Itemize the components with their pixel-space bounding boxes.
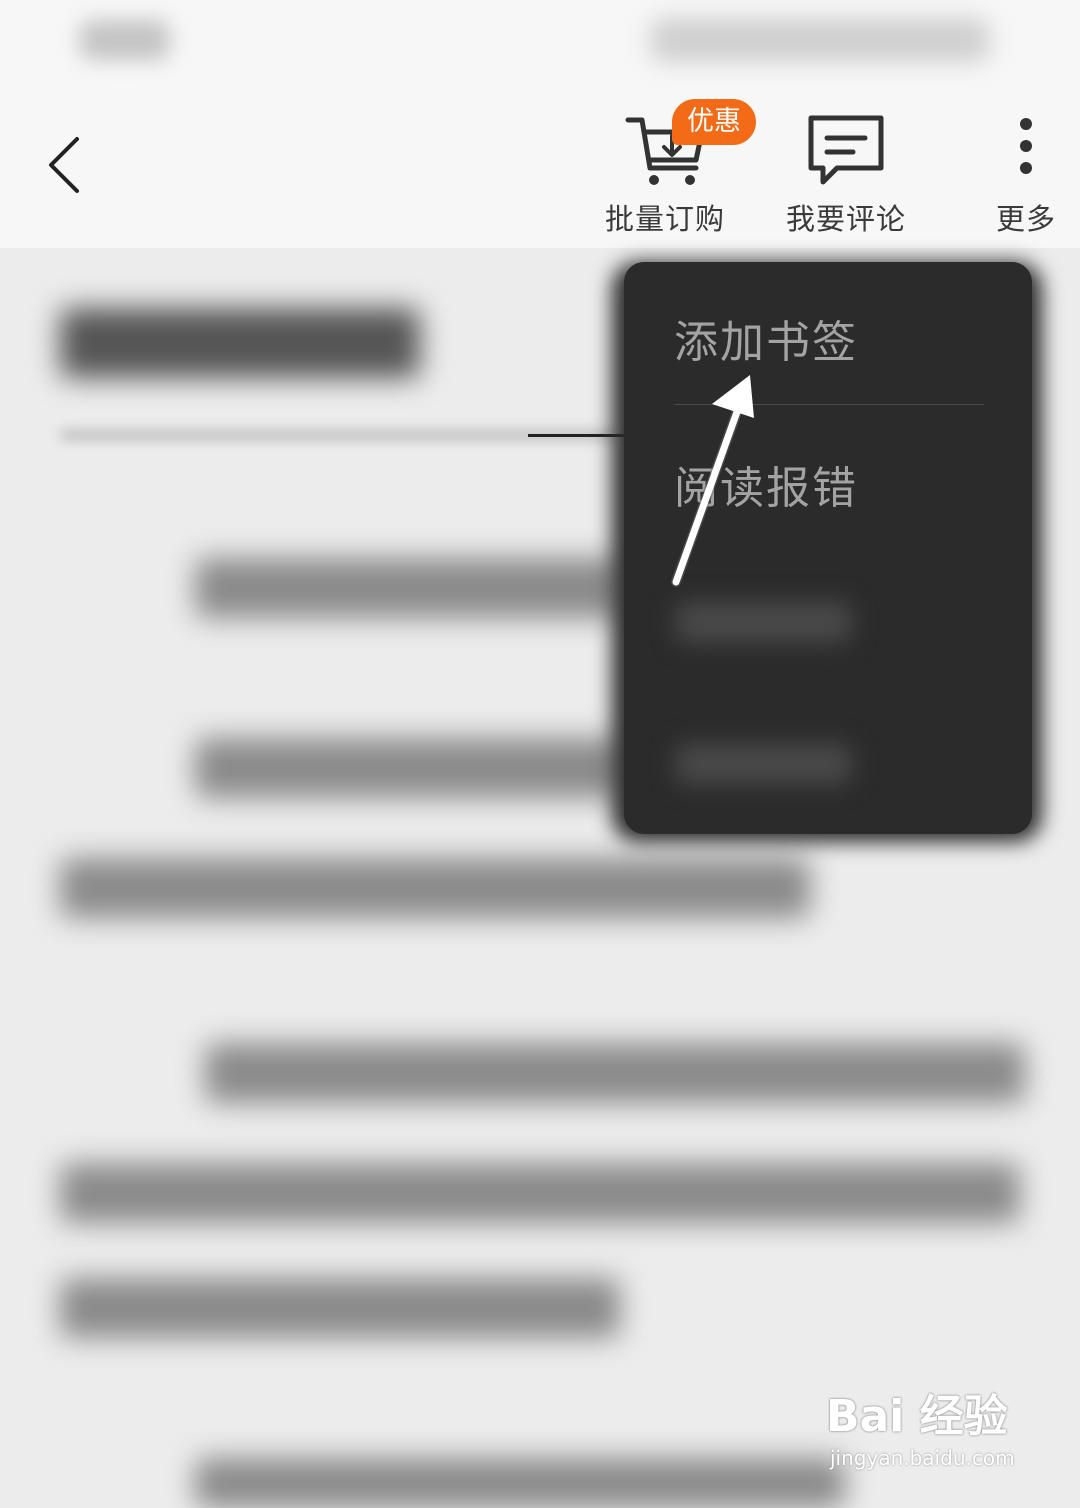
menu-item-report-error[interactable]: 阅读报错 <box>674 452 858 516</box>
batch-order-label: 批量订购 <box>604 202 725 236</box>
menu-item-blurred <box>676 602 851 642</box>
back-button[interactable] <box>30 130 100 200</box>
paragraph-line <box>195 738 625 798</box>
more-button[interactable]: 更多 <box>921 110 1071 236</box>
menu-divider <box>674 404 984 405</box>
more-label: 更多 <box>995 202 1056 236</box>
status-bar <box>0 0 1080 90</box>
reader-toolbar: 批量订购 我要评论 更多 <box>0 90 1080 248</box>
chevron-left-icon <box>49 137 79 193</box>
status-time-blurred <box>80 20 170 60</box>
paragraph-line <box>60 1163 1020 1223</box>
paragraph-line <box>60 858 810 918</box>
promo-badge: 优惠 <box>672 99 756 145</box>
paragraph-line <box>195 1458 845 1508</box>
watermark-url: jingyan.baidu.com <box>830 1446 1015 1470</box>
menu-item-add-bookmark[interactable]: 添加书签 <box>674 306 858 370</box>
comment-icon <box>808 115 884 185</box>
comment-label: 我要评论 <box>785 202 906 236</box>
more-vertical-icon <box>1020 118 1032 174</box>
chapter-title-blurred <box>60 308 420 378</box>
watermark-logo: Bai 经验 <box>826 1391 1008 1442</box>
paragraph-line <box>60 1278 620 1338</box>
more-dropdown-menu: 添加书签 阅读报错 <box>624 262 1032 834</box>
baidu-watermark: Bai 经验 jingyan.baidu.com <box>826 1380 1026 1480</box>
paragraph-line <box>195 558 625 618</box>
paragraph-line <box>205 1043 1025 1103</box>
menu-item-blurred <box>676 744 851 784</box>
comment-button[interactable]: 我要评论 <box>771 110 921 236</box>
status-icons-blurred <box>650 18 990 62</box>
